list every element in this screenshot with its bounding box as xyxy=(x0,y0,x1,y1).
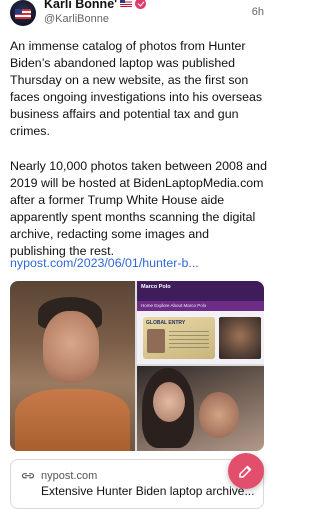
passport-title: GLOBAL ENTRY xyxy=(146,320,186,326)
compose-button[interactable] xyxy=(228,453,264,489)
site-nav: Home Explore About Marco Polo xyxy=(137,301,264,311)
photo-top-right[interactable]: Marco Polo Home Explore About Marco Polo… xyxy=(137,281,264,364)
post-link[interactable]: nypost.com/2023/06/01/hunter-b... xyxy=(10,256,199,270)
link-icon xyxy=(21,473,35,479)
post-paragraph: Nearly 10,000 photos taken between 2008 … xyxy=(10,158,267,259)
link-title: Extensive Hunter Biden laptop archive... xyxy=(41,484,255,498)
link-preview-card[interactable]: nypost.com Extensive Hunter Biden laptop… xyxy=(10,459,264,509)
photo-bottom-right[interactable] xyxy=(137,366,264,451)
link-domain: nypost.com xyxy=(41,470,98,482)
author-handle[interactable]: @KarliBonne xyxy=(44,13,109,25)
compose-icon xyxy=(239,465,252,478)
avatar[interactable] xyxy=(10,0,36,26)
verified-badge-icon xyxy=(135,0,147,9)
post-time: 6h xyxy=(251,6,264,18)
post-body: An immense catalog of photos from Hunter… xyxy=(10,38,268,260)
post-paragraph: An immense catalog of photos from Hunter… xyxy=(10,39,263,139)
passport-card: GLOBAL ENTRY xyxy=(143,317,215,359)
car-photo xyxy=(219,317,261,359)
author-name-row[interactable]: Karli Bonne' xyxy=(44,0,147,11)
site-logo: Marco Polo xyxy=(141,284,171,290)
photo-left[interactable] xyxy=(10,281,135,451)
post-header: Karli Bonne' @KarliBonne 6h xyxy=(0,0,274,30)
media-grid[interactable]: Marco Polo Home Explore About Marco Polo… xyxy=(10,281,264,451)
us-flag-icon xyxy=(120,0,133,7)
author-name[interactable]: Karli Bonne' xyxy=(44,0,117,11)
